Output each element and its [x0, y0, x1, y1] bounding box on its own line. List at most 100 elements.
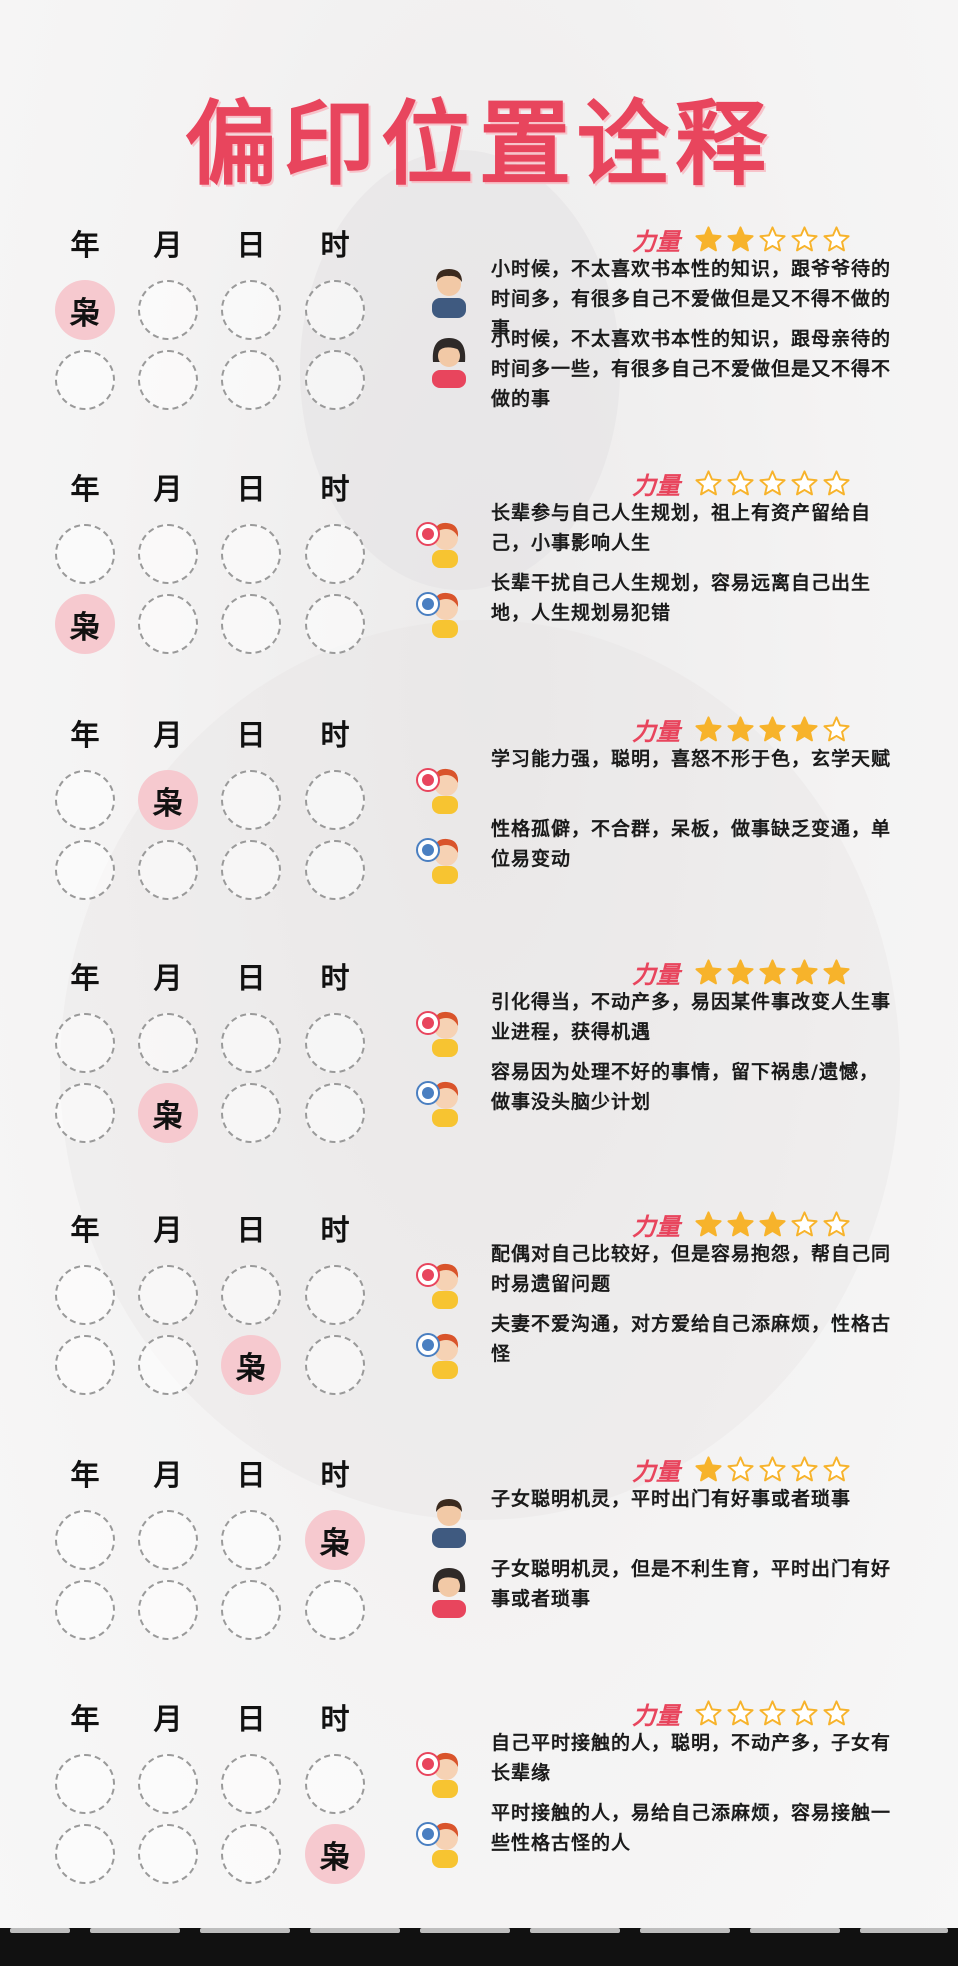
star-empty-icon [759, 469, 786, 495]
star-filled-icon [823, 958, 850, 984]
empty-position-circle [138, 1335, 198, 1395]
star-rating [694, 958, 854, 987]
power-label: 力量 [632, 227, 680, 256]
pillar-column-label: 月 [153, 472, 183, 506]
empty-position-circle [138, 1265, 198, 1325]
empty-position-circle [138, 524, 198, 584]
empty-position-circle [55, 1083, 115, 1143]
star-filled-icon [791, 715, 818, 741]
empty-position-circle [221, 770, 281, 830]
star-filled-icon [695, 225, 722, 251]
empty-position-circle [221, 524, 281, 584]
power-rating: 力量 [632, 1452, 854, 1486]
happy-face-icon [416, 1253, 466, 1309]
star-filled-icon [695, 1455, 722, 1481]
description-text: 配偶对自己比较好，但是容易抱怨，帮自己同时易遗留问题 [491, 1243, 892, 1295]
empty-position-circle [55, 770, 115, 830]
scroll-segment [10, 1928, 70, 1933]
star-empty-icon [759, 225, 786, 251]
female-avatar-icon [424, 1562, 474, 1618]
empty-position-circle [221, 350, 281, 410]
pillar-column-label: 月 [153, 961, 183, 995]
pillar-section: 年月日时枭力量 小时候，不太喜欢书本性的知识，跟爷爷待的时间多，有很多自己不爱做但… [0, 222, 958, 462]
pillar-column-label: 月 [153, 228, 183, 262]
description-text: 长辈干扰自己人生规划，容易远离自己出生地，人生规划易犯错 [491, 572, 872, 624]
star-empty-icon [759, 1455, 786, 1481]
scroll-segment [860, 1928, 948, 1933]
star-filled-icon [727, 958, 754, 984]
star-filled-icon [759, 715, 786, 741]
page-title: 偏印位置诠释 [184, 91, 773, 198]
happy-face-icon [416, 1742, 466, 1798]
power-rating: 力量 [632, 712, 854, 746]
empty-position-circle [138, 1580, 198, 1640]
worried-face-icon [416, 1071, 466, 1127]
empty-position-circle [55, 524, 115, 584]
scroll-segment [310, 1928, 400, 1933]
empty-position-circle [305, 1083, 365, 1143]
description-text: 子女聪明机灵，平时出门有好事或者琐事 [491, 1488, 852, 1510]
empty-position-circle [305, 280, 365, 340]
empty-position-circle [138, 350, 198, 410]
star-empty-icon [727, 1455, 754, 1481]
power-label: 力量 [632, 960, 680, 989]
star-empty-icon [791, 1210, 818, 1236]
empty-position-circle [305, 350, 365, 410]
empty-position-circle [55, 1335, 115, 1395]
active-position-circle: 枭 [221, 1335, 281, 1395]
empty-position-circle [221, 840, 281, 900]
pillar-column-label: 日 [236, 1458, 266, 1492]
worried-face-icon [416, 828, 466, 884]
empty-position-circle [55, 1265, 115, 1325]
empty-position-circle [138, 594, 198, 654]
star-filled-icon [695, 1210, 722, 1236]
scroll-segment [420, 1928, 510, 1933]
power-rating: 力量 [632, 222, 854, 256]
active-position-circle: 枭 [138, 1083, 198, 1143]
pillar-column-label: 时 [320, 1213, 350, 1247]
star-empty-icon [823, 1699, 850, 1725]
description-text: 长辈参与自己人生规划，祖上有资产留给自己，小事影响人生 [491, 502, 872, 554]
star-filled-icon [695, 958, 722, 984]
power-rating: 力量 [632, 1207, 854, 1241]
empty-position-circle [305, 770, 365, 830]
active-position-circle: 枭 [55, 594, 115, 654]
pillar-column-label: 时 [320, 472, 350, 506]
description-text: 小时候，不太喜欢书本性的知识，跟母亲待的时间多一些，有很多自己不爱做但是又不得不… [491, 328, 892, 410]
empty-position-circle [305, 1580, 365, 1640]
active-position-circle: 枭 [138, 770, 198, 830]
star-empty-icon [791, 1699, 818, 1725]
empty-position-circle [55, 1580, 115, 1640]
description-text: 夫妻不爱沟通，对方爱给自己添麻烦，性格古怪 [491, 1313, 892, 1365]
pillar-section: 年 月 日 时枭 力量 配偶对自己比较好，但是容易抱怨，帮自己同时易遗留问题 夫妻不爱沟通，… [0, 1207, 958, 1447]
star-empty-icon [791, 225, 818, 251]
description-text: 容易因为处理不好的事情，留下祸患/遗憾，做事没头脑少计划 [491, 1061, 879, 1113]
star-empty-icon [791, 469, 818, 495]
pillar-column-label: 月 [153, 1702, 183, 1736]
pillar-column-label: 日 [236, 718, 266, 752]
happy-face-icon [416, 512, 466, 568]
pillar-column-label: 时 [320, 228, 350, 262]
pillar-section: 年 月 日 时枭 力量 学习能力强，聪明，喜怒不形于色，玄学天赋 性格孤僻，不合群，呆板，做… [0, 712, 958, 952]
star-empty-icon [823, 1455, 850, 1481]
happy-face-icon [416, 758, 466, 814]
star-filled-icon [759, 1210, 786, 1236]
star-empty-icon [727, 1699, 754, 1725]
pillar-column-label: 年 [70, 228, 100, 262]
pillar-section: 年 月 日 时枭 力量 引化得当，不动产多，易因某件事改变人生事业进程，获得机遇 容易因为处… [0, 955, 958, 1195]
empty-position-circle [55, 1754, 115, 1814]
description-text: 引化得当，不动产多，易因某件事改变人生事业进程，获得机遇 [491, 991, 892, 1043]
description-text: 学习能力强，聪明，喜怒不形于色，玄学天赋 [491, 748, 892, 770]
empty-position-circle [55, 1824, 115, 1884]
empty-position-circle [305, 1265, 365, 1325]
star-empty-icon [791, 1455, 818, 1481]
star-filled-icon [759, 958, 786, 984]
empty-position-circle [305, 1335, 365, 1395]
scroll-segment [750, 1928, 840, 1933]
empty-position-circle [305, 524, 365, 584]
empty-position-circle [305, 594, 365, 654]
empty-position-circle [221, 594, 281, 654]
empty-position-circle [55, 350, 115, 410]
star-empty-icon [823, 715, 850, 741]
star-empty-icon [727, 469, 754, 495]
